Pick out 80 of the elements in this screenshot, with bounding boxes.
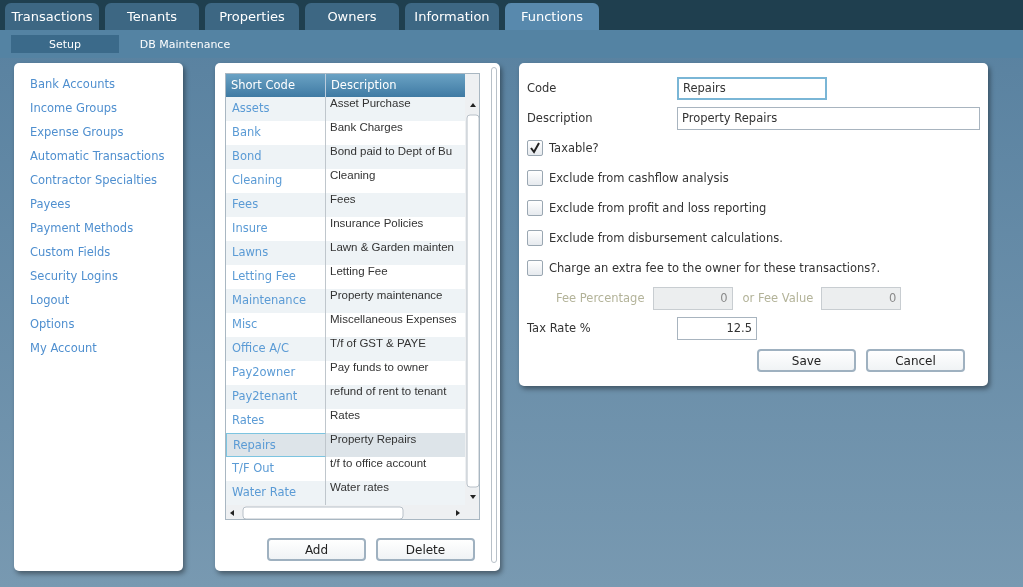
table-row[interactable]: Bank Bank Charges: [226, 121, 465, 145]
description-cell-text: t/f to office account: [329, 457, 428, 471]
form-button[interactable]: Cancel: [866, 349, 965, 372]
form-button[interactable]: Save: [757, 349, 856, 372]
checkbox[interactable]: [527, 260, 543, 276]
description-cell-text: Letting Fee: [329, 265, 389, 279]
tax-rate-field[interactable]: 12.5: [677, 316, 757, 340]
description-cell-text: Bond paid to Dept of Bu: [329, 145, 454, 159]
table-row[interactable]: Rates Rates: [226, 409, 465, 433]
description-cell-text: Fees: [329, 193, 357, 207]
sub-tab[interactable]: Setup: [11, 35, 119, 53]
field-label: Tax Rate %: [527, 321, 592, 335]
action-button[interactable]: Add: [267, 538, 366, 561]
nav-tab[interactable]: Transactions: [5, 3, 99, 30]
field-label: or Fee Value: [742, 291, 814, 305]
sidebar-link[interactable]: Contractor Specialties: [30, 171, 183, 190]
code-cell: Repairs: [226, 433, 326, 457]
table-row[interactable]: Letting Fee Letting Fee: [226, 265, 465, 289]
description-cell-text: Miscellaneous Expenses: [329, 313, 458, 327]
checkbox-label: Exclude from profit and loss reporting: [549, 201, 767, 215]
description-cell-text: Rates: [329, 409, 362, 423]
column-header[interactable]: Description: [326, 74, 465, 97]
table-row[interactable]: Water Rate Water rates: [226, 481, 465, 505]
description-cell-text: Asset Purchase: [329, 97, 412, 111]
checkbox-label: Taxable?: [549, 141, 599, 155]
description-cell-text: Insurance Policies: [329, 217, 425, 231]
sidebar-link[interactable]: Expense Groups: [30, 123, 183, 142]
nav-tab[interactable]: Owners: [305, 3, 399, 30]
table-row[interactable]: Pay2owner Pay funds to owner: [226, 361, 465, 385]
field-label: Code: [527, 81, 558, 95]
table-row[interactable]: Maintenance Property maintenance: [226, 289, 465, 313]
checkbox[interactable]: [527, 140, 543, 156]
table-row[interactable]: Bond Bond paid to Dept of Bu: [226, 145, 465, 169]
table-row[interactable]: Fees Fees: [226, 193, 465, 217]
description-cell-text: Property maintenance: [329, 289, 444, 303]
description-cell-text: Bank Charges: [329, 121, 404, 135]
checkbox-label: Exclude from disbursement calculations.: [549, 231, 783, 245]
table-row[interactable]: Lawns Lawn & Garden mainten: [226, 241, 465, 265]
field-label: Fee Percentage: [556, 291, 645, 305]
nav-tab[interactable]: Information: [405, 3, 499, 30]
sidebar-link[interactable]: My Account: [30, 339, 183, 358]
table-row[interactable]: Cleaning Cleaning: [226, 169, 465, 193]
description-cell-text: Pay funds to owner: [329, 361, 430, 375]
action-button[interactable]: Delete: [376, 538, 475, 561]
table-row[interactable]: Assets Asset Purchase: [226, 97, 465, 121]
sidebar-link[interactable]: Bank Accounts: [30, 75, 183, 94]
table-row[interactable]: Misc Miscellaneous Expenses: [226, 313, 465, 337]
sidebar-link[interactable]: Payees: [30, 195, 183, 214]
checkbox[interactable]: [527, 170, 543, 186]
table-row[interactable]: Pay2tenant refund of rent to tenant: [226, 385, 465, 409]
checkbox-label: Exclude from cashflow analysis: [549, 171, 729, 185]
panel-scrollbar[interactable]: [491, 67, 497, 563]
description-cell-text: Cleaning: [329, 169, 377, 183]
code-field[interactable]: Repairs: [677, 76, 827, 100]
checkbox-label: Charge an extra fee to the owner for these transactions?.: [549, 261, 881, 275]
description-field[interactable]: Property Repairs: [677, 106, 980, 130]
sidebar-link[interactable]: Security Logins: [30, 267, 183, 286]
table-row[interactable]: Insure Insurance Policies: [226, 217, 465, 241]
checkbox[interactable]: [527, 230, 543, 246]
sidebar-link[interactable]: Options: [30, 315, 183, 334]
nav-tab[interactable]: Tenants: [105, 3, 199, 30]
description-cell-text: Water rates: [329, 481, 390, 495]
code-cell: Rates: [226, 409, 326, 433]
sub-tab[interactable]: DB Maintenance: [131, 35, 239, 53]
description-cell-text: refund of rent to tenant: [329, 385, 448, 399]
table-row[interactable]: Office A/C T/f of GST & PAYE: [226, 337, 465, 361]
sidebar-link[interactable]: Payment Methods: [30, 219, 183, 238]
description-cell-text: Lawn & Garden mainten: [329, 241, 456, 255]
checkbox[interactable]: [527, 200, 543, 216]
description-cell-text: Property Repairs: [329, 433, 418, 447]
nav-tab[interactable]: Functions: [505, 3, 599, 30]
sidebar-link[interactable]: Income Groups: [30, 99, 183, 118]
table-row[interactable]: T/F Out t/f to office account: [226, 457, 465, 481]
field-label: Description: [527, 111, 594, 125]
sidebar-link[interactable]: Automatic Transactions: [30, 147, 183, 166]
sidebar-link[interactable]: Logout: [30, 291, 183, 310]
table-row[interactable]: Repairs Property Repairs: [226, 433, 465, 457]
description-cell-text: T/f of GST & PAYE: [329, 337, 427, 351]
nav-tab[interactable]: Properties: [205, 3, 299, 30]
sidebar-link[interactable]: Custom Fields: [30, 243, 183, 262]
